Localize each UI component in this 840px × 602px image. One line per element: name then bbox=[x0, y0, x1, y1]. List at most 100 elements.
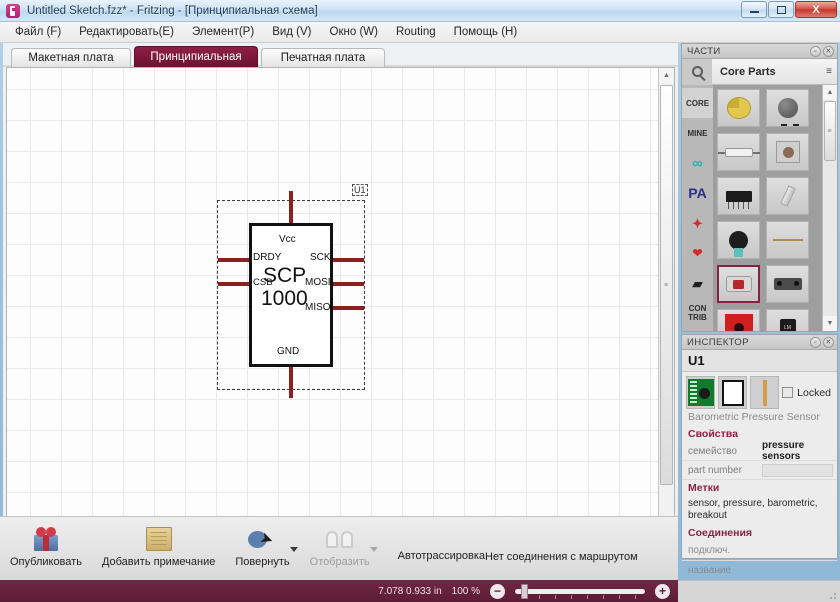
pin-sck[interactable] bbox=[332, 258, 364, 262]
diode-icon bbox=[779, 185, 796, 207]
inspector-section-connections: Соединения bbox=[682, 525, 837, 541]
canvas-vertical-scrollbar[interactable]: ▲ ≡ ▼ bbox=[658, 68, 674, 544]
bin-tab-mine[interactable]: MINE bbox=[682, 118, 713, 148]
bin-tab-sparkfun[interactable]: ✦ bbox=[682, 208, 713, 238]
part-name-line2: 1000 bbox=[261, 287, 308, 310]
pin-csb[interactable] bbox=[218, 282, 250, 286]
menu-item-window[interactable]: Окно (W) bbox=[321, 23, 387, 41]
pressure-sensor-icon bbox=[725, 276, 752, 292]
menu-item-part[interactable]: Элемент(P) bbox=[183, 23, 263, 41]
inspector-property-part-number: part number bbox=[682, 461, 837, 480]
property-part-number-input[interactable] bbox=[762, 463, 833, 477]
ic-icon bbox=[725, 190, 752, 209]
zoom-in-button[interactable]: + bbox=[655, 583, 670, 599]
fritzing-window: Untitled Sketch.fzz* - Fritzing - [Принц… bbox=[0, 0, 840, 602]
inspector-view-icons: Locked bbox=[682, 372, 837, 410]
inspector-part-description: Barometric Pressure Sensor bbox=[688, 411, 820, 423]
cursor-coordinates: 7.078 0.933 in bbox=[378, 585, 442, 597]
tab-pcb[interactable]: Печатная плата bbox=[261, 48, 385, 67]
tab-schematic[interactable]: Принципиальная схема bbox=[134, 46, 258, 83]
parts-search-header: Core Parts ≡ bbox=[682, 58, 837, 85]
part-cell-red-breakout[interactable] bbox=[717, 309, 760, 331]
inspector-dock-title-bar: ИНСПЕКТОР ▫ ✕ bbox=[682, 335, 837, 350]
bin-tab-contrib[interactable]: CON TRIB bbox=[682, 298, 713, 328]
autoroute-button[interactable]: Автотрассировка bbox=[398, 550, 485, 562]
menu-item-file[interactable]: Файл (F) bbox=[6, 23, 70, 41]
zoom-slider[interactable] bbox=[515, 583, 645, 599]
menu-item-routing[interactable]: Routing bbox=[387, 23, 445, 41]
flip-label: Отобразить bbox=[309, 556, 370, 568]
maximize-button[interactable] bbox=[768, 1, 794, 18]
bin-menu-icon[interactable]: ≡ bbox=[826, 66, 837, 77]
inspector-connection-connected: подключ. bbox=[682, 541, 837, 561]
part-cell-resistor[interactable] bbox=[717, 133, 760, 171]
part-cell-diode[interactable] bbox=[766, 177, 809, 215]
bin-tab-parallax[interactable]: PA bbox=[682, 178, 713, 208]
pin-drdy[interactable] bbox=[218, 258, 250, 262]
add-note-label: Добавить примечание bbox=[101, 556, 216, 568]
part-scp1000[interactable]: U1 Vcc GND DRDY CSB SCK MOSI MISO SCP 10… bbox=[217, 184, 368, 398]
parts-scroll-down-arrow[interactable]: ▼ bbox=[823, 316, 837, 331]
menu-item-view[interactable]: Вид (V) bbox=[263, 23, 320, 41]
part-cell-voltage-regulator[interactable]: LM bbox=[766, 309, 809, 331]
resize-grip-icon[interactable] bbox=[827, 590, 837, 600]
red-breakout-board-icon bbox=[724, 314, 753, 331]
pin-label-sck: SCK bbox=[310, 252, 331, 263]
part-cell-pushbutton[interactable] bbox=[766, 133, 809, 171]
flip-chevron-down-icon[interactable] bbox=[369, 547, 378, 552]
add-note-button[interactable]: Добавить примечание bbox=[92, 522, 225, 568]
zoom-slider-thumb[interactable] bbox=[521, 583, 528, 599]
bin-tab-snootlab[interactable]: ❤ bbox=[682, 238, 713, 268]
breadboard-view-icon[interactable] bbox=[686, 376, 716, 409]
tab-breadboard[interactable]: Макетная плата bbox=[11, 48, 131, 67]
parts-scroll-up-arrow[interactable]: ▲ bbox=[823, 85, 837, 100]
locked-checkbox[interactable] bbox=[782, 387, 794, 398]
pin-mosi[interactable] bbox=[332, 282, 364, 286]
bin-tab-arduino[interactable]: ∞ bbox=[682, 148, 713, 178]
schematic-view-icon[interactable] bbox=[718, 376, 748, 409]
parts-scroll-thumb[interactable]: ≡ bbox=[824, 101, 836, 161]
part-cell-wire[interactable] bbox=[766, 221, 809, 259]
rotate-chevron-down-icon[interactable] bbox=[289, 547, 298, 552]
part-cell-pressure-sensor[interactable] bbox=[717, 265, 760, 303]
menu-item-help[interactable]: Помощь (H) bbox=[445, 23, 527, 41]
part-name-line1: SCP bbox=[263, 264, 307, 287]
property-family-value[interactable]: pressure sensors bbox=[762, 440, 837, 462]
rotate-button[interactable]: ➤ Повернуть bbox=[225, 522, 299, 568]
bin-tab-core[interactable]: CORE bbox=[682, 88, 713, 118]
scroll-up-arrow[interactable]: ▲ bbox=[659, 68, 674, 83]
part-reference-label[interactable]: U1 bbox=[352, 184, 368, 196]
main-area: Макетная плата Принципиальная схема Печа… bbox=[0, 43, 840, 601]
search-icon bbox=[691, 66, 703, 77]
parts-scrollbar[interactable]: ▲ ≡ ▼ bbox=[822, 85, 837, 331]
parts-search-button[interactable] bbox=[682, 58, 712, 85]
part-cell-potentiometer[interactable] bbox=[766, 89, 809, 127]
inspector-dock-float-icon[interactable]: ▫ bbox=[810, 336, 821, 348]
menu-item-edit[interactable]: Редактировать(E) bbox=[70, 23, 183, 41]
part-cell-connector[interactable] bbox=[766, 265, 809, 303]
inspector-dock-close-icon[interactable]: ✕ bbox=[823, 336, 834, 348]
schematic-canvas[interactable]: U1 Vcc GND DRDY CSB SCK MOSI MISO SCP 10… bbox=[7, 68, 659, 526]
pcb-view-icon[interactable] bbox=[750, 376, 780, 409]
close-button[interactable]: X bbox=[795, 1, 837, 18]
part-cell-ic[interactable] bbox=[717, 177, 760, 215]
pin-vcc[interactable] bbox=[289, 191, 293, 223]
pin-label-drdy: DRDY bbox=[253, 252, 282, 263]
part-cell-buzzer[interactable] bbox=[717, 89, 760, 127]
maximize-icon bbox=[776, 5, 786, 14]
pin-gnd[interactable] bbox=[289, 366, 293, 398]
part-cell-microphone[interactable] bbox=[717, 221, 760, 259]
flip-button[interactable]: Отобразить bbox=[300, 522, 380, 568]
locked-checkbox-group[interactable]: Locked bbox=[782, 387, 833, 399]
minimize-button[interactable] bbox=[741, 1, 767, 18]
pin-miso[interactable] bbox=[332, 306, 364, 310]
inspector-tags-value: sensor, pressure, barometric, breakout bbox=[688, 498, 818, 521]
bin-tab-seeed[interactable]: ▰ bbox=[682, 268, 713, 298]
vertical-scroll-thumb[interactable]: ≡ bbox=[660, 85, 673, 485]
view-tab-bar: Макетная плата Принципиальная схема Печа… bbox=[3, 43, 678, 83]
parts-dock-float-icon[interactable]: ▫ bbox=[810, 45, 821, 57]
status-bar: 7.078 0.933 in 100 % − + bbox=[0, 580, 678, 602]
zoom-out-button[interactable]: − bbox=[490, 583, 505, 599]
parts-dock-close-icon[interactable]: ✕ bbox=[823, 45, 834, 57]
publish-button[interactable]: Опубликовать bbox=[0, 522, 92, 568]
